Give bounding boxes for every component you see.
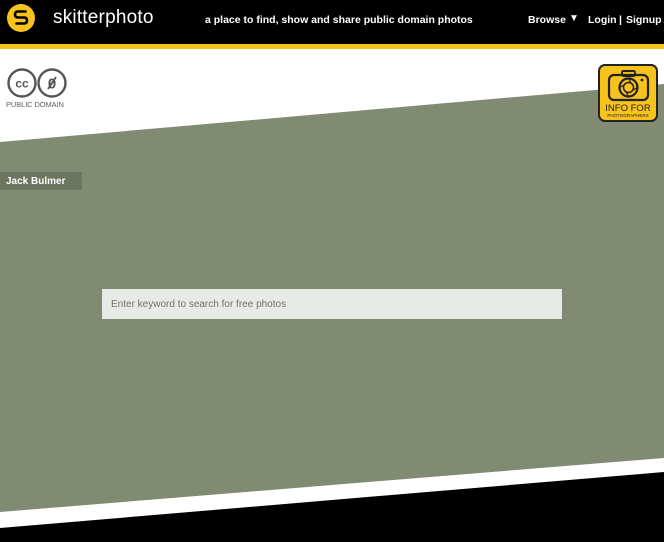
signup-link[interactable]: Signup <box>626 14 662 26</box>
skitterphoto-logo-icon[interactable] <box>6 3 36 33</box>
creative-commons-zero-icon: cc 0 <box>7 68 67 98</box>
info-for-photographers-button[interactable]: INFO FOR PHOTOGRAPHERS <box>598 64 658 122</box>
login-link[interactable]: Login <box>588 14 617 26</box>
brand-name[interactable]: skitterphoto <box>53 7 154 29</box>
public-domain-label: PUBLIC DOMAIN <box>6 100 64 109</box>
chevron-down-icon[interactable]: ▼ <box>569 13 579 24</box>
browse-menu-button[interactable]: Browse <box>528 14 566 26</box>
accent-stripe <box>0 44 664 49</box>
info-badge-subtitle: PHOTOGRAPHERS <box>607 113 649 118</box>
photographer-credit[interactable]: Jack Bulmer <box>0 172 82 190</box>
tagline: a place to find, show and share public d… <box>205 14 473 26</box>
cc-text: cc <box>15 77 29 91</box>
hero-background <box>0 84 664 542</box>
nav-separator: | <box>619 14 622 26</box>
search-input[interactable] <box>102 289 562 319</box>
camera-icon <box>607 70 650 102</box>
